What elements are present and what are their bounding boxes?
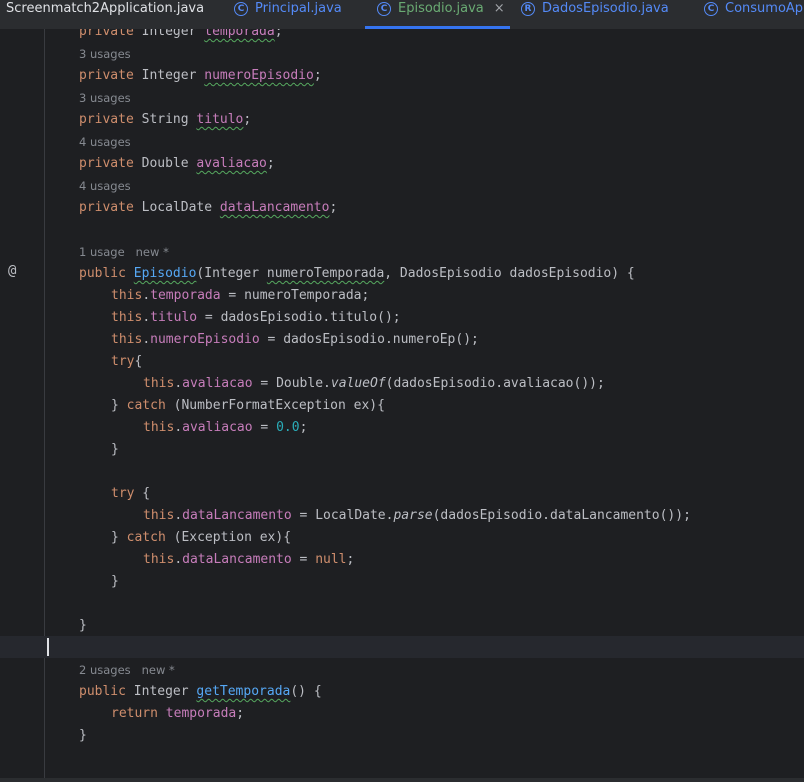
code-editor[interactable]: @ private Integer temporada; 3 usages pr… (0, 29, 804, 778)
tab-episodio[interactable]: C Episodio.java × (377, 0, 505, 29)
code-line: } (111, 574, 119, 589)
code-line: this.numeroEpisodio = dadosEpisodio.nume… (111, 332, 479, 347)
code-line: } catch (Exception ex){ (111, 530, 292, 545)
class-icon: C (377, 2, 391, 16)
code-line: private Integer numeroEpisodio; (79, 68, 322, 83)
tab-label: Episodio.java (398, 1, 484, 16)
code-line: private Integer temporada; (79, 29, 283, 39)
code-line: private Double avaliacao; (79, 156, 275, 171)
class-icon: C (234, 2, 248, 16)
code-line: try { (111, 486, 151, 501)
code-line: this.avaliacao = 0.0; (143, 420, 308, 435)
code-line: this.dataLancamento = null; (143, 552, 355, 567)
usages-hint[interactable]: 3 usages (79, 91, 131, 105)
tab-principal[interactable]: C Principal.java (234, 0, 342, 29)
code-line: } (79, 618, 87, 633)
code-line: private LocalDate dataLancamento; (79, 200, 338, 215)
override-marker-icon[interactable]: @ (8, 263, 16, 279)
tab-consumoapi[interactable]: C ConsumoApi (704, 0, 804, 29)
code-line: } (111, 442, 119, 457)
tab-dadosepisodio[interactable]: R DadosEpisodio.java (521, 0, 669, 29)
class-icon: C (704, 2, 718, 16)
tab-label: DadosEpisodio.java (542, 1, 669, 16)
code-line: return temporada; (111, 706, 245, 721)
code-line: this.dataLancamento = LocalDate.parse(da… (143, 508, 691, 523)
editor-tab-bar: Screenmatch2Application.java C Principal… (0, 0, 804, 30)
code-line: public Integer getTemporada() { (79, 684, 322, 699)
code-line: public Episodio(Integer numeroTemporada,… (79, 266, 635, 281)
tab-screenmatch2application[interactable]: Screenmatch2Application.java (6, 0, 204, 29)
code-line: } (79, 728, 87, 743)
code-line: try{ (111, 354, 143, 369)
record-icon: R (521, 2, 535, 16)
code-line: this.titulo = dadosEpisodio.titulo(); (111, 310, 401, 325)
tab-label: Principal.java (255, 1, 342, 16)
gutter-divider (44, 29, 45, 778)
usages-hint[interactable]: 4 usages (79, 179, 131, 193)
usages-hint[interactable]: 1 usage new * (79, 245, 169, 259)
code-line: } catch (NumberFormatException ex){ (111, 398, 385, 413)
code-line: this.temporada = numeroTemporada; (111, 288, 370, 303)
usages-hint[interactable]: 4 usages (79, 135, 131, 149)
tab-label: ConsumoApi (725, 1, 804, 16)
code-line: private String titulo; (79, 112, 252, 127)
text-caret (47, 638, 49, 656)
usages-hint[interactable]: 2 usages new * (79, 663, 175, 677)
code-line: this.avaliacao = Double.valueOf(dadosEpi… (143, 376, 605, 391)
close-tab-icon[interactable]: × (494, 0, 505, 17)
current-line-highlight (0, 636, 804, 658)
tab-label: Screenmatch2Application.java (6, 1, 205, 16)
usages-hint[interactable]: 3 usages (79, 47, 131, 61)
bottom-edge (0, 778, 804, 782)
